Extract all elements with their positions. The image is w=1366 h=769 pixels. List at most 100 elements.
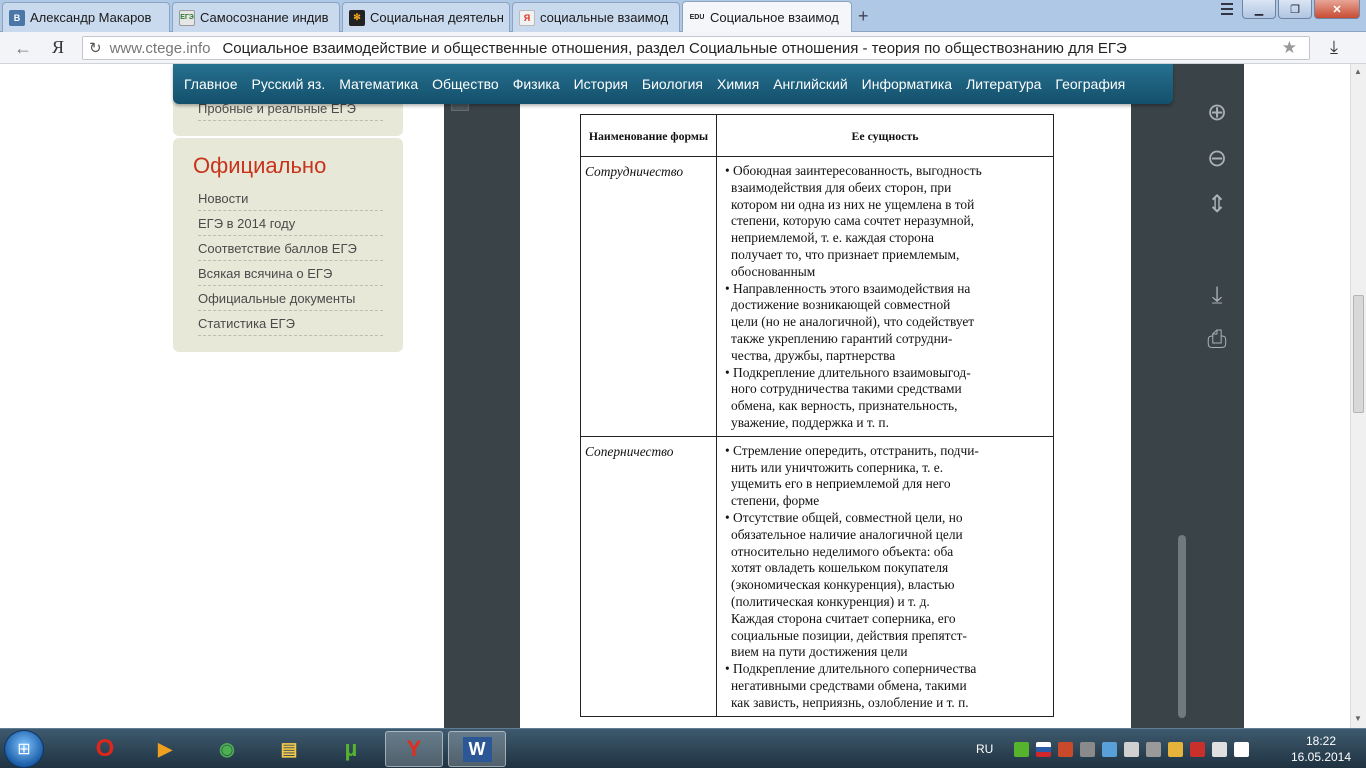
url-page-title: Социальное взаимодействие и общественные…: [222, 39, 1127, 57]
sidebar-link-tests[interactable]: Пробные и реальные ЕГЭ: [198, 101, 383, 121]
sidebar-link-misc[interactable]: Всякая всячина о ЕГЭ: [198, 266, 383, 286]
tab-title: Социальное взаимод: [710, 9, 839, 25]
zoom-in-icon[interactable]: ⊕: [1202, 98, 1232, 127]
form-name: Соперничество: [580, 435, 717, 717]
sidebar-link-ege-2014[interactable]: ЕГЭ в 2014 году: [198, 216, 383, 236]
nav-literature[interactable]: Литература: [966, 76, 1041, 92]
tab-yandex-search[interactable]: Я социальные взаимод: [512, 2, 680, 32]
tray-app-icon[interactable]: [1102, 741, 1118, 757]
nav-russian[interactable]: Русский яз.: [252, 76, 326, 92]
essence-line: взаимодействия для обеих сторон, при: [731, 179, 952, 195]
essence-line: хотят овладеть кошельком покупателя: [731, 560, 949, 576]
essence-line: Каждая сторона считает соперника, его: [731, 610, 956, 626]
essence-line: обмена, как верность, признательность,: [731, 398, 958, 414]
web-page: Пробные и реальные ЕГЭ Официально Новост…: [0, 64, 1350, 728]
tab-social-activity[interactable]: ✻ Социальная деятельн: [342, 2, 510, 32]
tab-ege[interactable]: ЕГЭ Самосознание индив: [172, 2, 340, 32]
nav-physics[interactable]: Физика: [513, 76, 560, 92]
tab-title: Социальная деятельн: [370, 10, 503, 25]
nav-english[interactable]: Английский: [773, 76, 847, 92]
volume-icon[interactable]: [1212, 741, 1228, 757]
taskbar-yandex-browser[interactable]: Y: [385, 731, 443, 767]
essence-cell: Стремление опередить, отстранить, подчи-…: [716, 435, 1054, 717]
close-window-button[interactable]: ✕: [1314, 0, 1360, 19]
pdf-viewer: Наименование формы Ее сущность Сотруднич…: [444, 64, 1244, 728]
essence-line: получает то, что признает приемлемым,: [731, 246, 960, 262]
tray-app-icon[interactable]: [1058, 741, 1074, 757]
tray-app-icon[interactable]: [1124, 741, 1140, 757]
media-player-icon: ▶: [158, 738, 172, 759]
sidebar-link-statistics[interactable]: Статистика ЕГЭ: [198, 316, 383, 336]
downloads-icon[interactable]: ⤓: [1330, 37, 1338, 58]
back-arrow-icon[interactable]: ←: [14, 38, 32, 59]
page-scrollbar[interactable]: ▲ ▼: [1350, 64, 1366, 728]
tab-title: Самосознание индив: [200, 10, 329, 25]
nav-chemistry[interactable]: Химия: [717, 76, 759, 92]
reload-icon[interactable]: ↻: [89, 39, 102, 57]
address-bar[interactable]: ↻ www.ctege.info Социальное взаимодейств…: [82, 36, 1310, 60]
tray-app-icon[interactable]: [1168, 741, 1184, 757]
sidebar-link-documents[interactable]: Официальные документы: [198, 291, 383, 311]
tray-app-icon[interactable]: [1146, 741, 1162, 757]
yandex-logo[interactable]: Я: [52, 37, 64, 58]
tab-title: Александр Макаров: [30, 10, 152, 25]
taskbar-media-player[interactable]: ▶: [136, 731, 194, 767]
scroll-down-icon[interactable]: ▼: [1354, 714, 1362, 723]
yandex-favicon-icon: Я: [519, 9, 535, 26]
scrollbar-thumb[interactable]: [1353, 295, 1364, 413]
essence-line: как зависть, неприязнь, озлобление и т. …: [731, 694, 969, 710]
vk-favicon-icon: В: [9, 9, 25, 26]
start-button[interactable]: ⊞: [4, 730, 44, 768]
taskbar-word[interactable]: W: [448, 731, 506, 767]
fit-page-icon[interactable]: ⇕: [1202, 190, 1232, 219]
essence-line: степени, которую сама сочтет неразумной,: [731, 213, 975, 229]
browser-toolbar: ← Я ↻ www.ctege.info Социальное взаимоде…: [0, 32, 1366, 64]
language-indicator[interactable]: RU: [976, 742, 993, 756]
maximize-button[interactable]: ❐: [1278, 0, 1312, 19]
tray-app-icon[interactable]: [1190, 741, 1206, 757]
browser-menu-icon[interactable]: [1212, 1, 1242, 17]
folder-icon: ▤: [280, 738, 298, 759]
system-tray: RU: [976, 729, 1250, 769]
media-center-icon: ◉: [219, 738, 235, 759]
taskbar-explorer[interactable]: ▤: [260, 731, 318, 767]
flag-tray-icon[interactable]: [1036, 741, 1052, 757]
tab-vk[interactable]: В Александр Макаров: [2, 2, 170, 32]
utorrent-tray-icon[interactable]: [1014, 741, 1030, 757]
bookmark-star-icon[interactable]: ★: [1282, 38, 1297, 58]
minimize-button[interactable]: ▁: [1242, 0, 1276, 19]
url-domain: www.ctege.info: [109, 39, 211, 57]
nav-informatics[interactable]: Информатика: [862, 76, 952, 92]
essence-line: ного сотрудничества такими средствами: [731, 381, 962, 397]
zoom-out-icon[interactable]: ⊖: [1202, 144, 1232, 173]
sidebar-link-news[interactable]: Новости: [198, 191, 383, 211]
forms-table: Наименование формы Ее сущность Сотруднич…: [580, 114, 1054, 717]
ege-favicon-icon: ЕГЭ: [179, 9, 195, 26]
essence-line: чества, дружбы, партнерства: [731, 347, 896, 363]
nav-geography[interactable]: География: [1055, 76, 1125, 92]
tab-active-edu[interactable]: EDU Социальное взаимод: [682, 1, 852, 32]
download-icon[interactable]: ⤓: [1202, 282, 1232, 310]
nav-biology[interactable]: Биология: [642, 76, 703, 92]
scroll-up-icon[interactable]: ▲: [1354, 67, 1362, 76]
tray-app-icon[interactable]: [1080, 741, 1096, 757]
viewer-scrollbar[interactable]: [1178, 535, 1186, 718]
new-tab-button[interactable]: +: [858, 6, 869, 27]
system-clock[interactable]: 18:22 16.05.2014: [1290, 733, 1352, 765]
sidebar-link-score-conversion[interactable]: Соответствие баллов ЕГЭ: [198, 241, 383, 261]
nav-math[interactable]: Математика: [339, 76, 418, 92]
table-header-row: Наименование формы Ее сущность: [580, 114, 1054, 157]
essence-line: Отсутствие общей, совместной цели, но: [725, 510, 1049, 527]
taskbar-media-center[interactable]: ◉: [198, 731, 256, 767]
print-icon[interactable]: ⎙: [1202, 326, 1232, 354]
nav-society[interactable]: Общество: [432, 76, 499, 92]
form-name: Сотрудничество: [580, 156, 717, 437]
nav-main[interactable]: Главное: [184, 76, 238, 92]
nav-history[interactable]: История: [574, 76, 628, 92]
taskbar-utorrent[interactable]: µ: [322, 731, 380, 767]
essence-line: социальные позиции, действия препятст-: [731, 627, 967, 643]
action-center-flag-icon[interactable]: [1234, 741, 1250, 757]
header-form: Наименование формы: [580, 114, 717, 157]
taskbar-opera[interactable]: O: [76, 731, 134, 767]
essence-line: цели (но не аналогичной), что содействуе…: [731, 314, 975, 330]
